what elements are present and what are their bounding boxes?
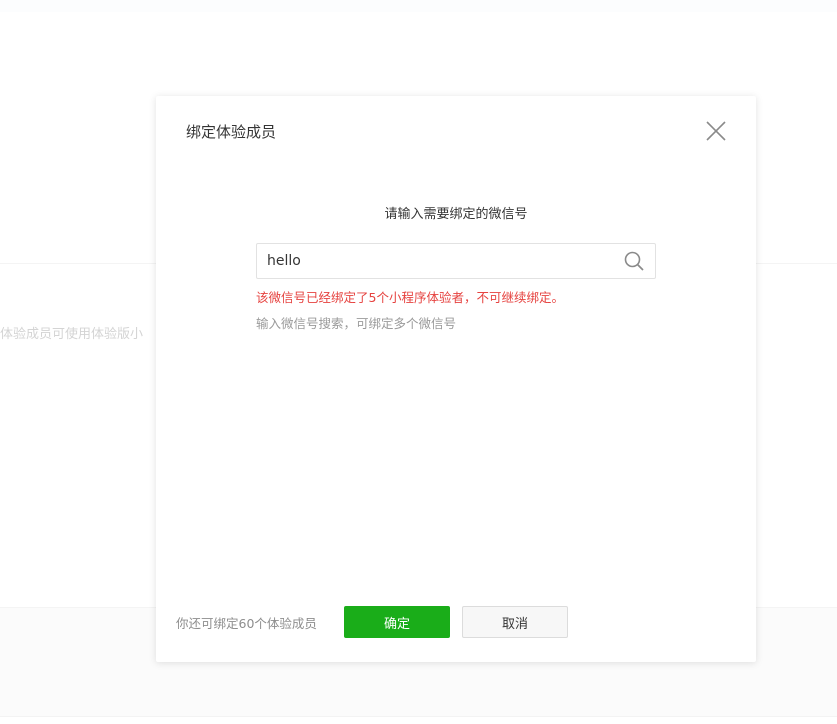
hint-text: 输入微信号搜索，可绑定多个微信号	[256, 316, 457, 331]
close-icon	[706, 121, 726, 141]
search-button[interactable]	[624, 251, 644, 271]
page: 体验成员可使用体验版小 绑定体验成员 请输入需要绑定的微信号 该微信号已经绑定了…	[0, 0, 837, 724]
search-prompt: 请输入需要绑定的微信号	[384, 207, 528, 222]
search-icon	[624, 251, 644, 271]
dialog-title: 绑定体验成员	[186, 123, 277, 141]
search-box	[256, 243, 656, 279]
confirm-button[interactable]: 确定	[344, 606, 450, 638]
wechat-id-search-input[interactable]	[267, 244, 607, 278]
close-button[interactable]	[705, 120, 727, 142]
remaining-count-text: 你还可绑定60个体验成员	[176, 616, 317, 631]
error-message: 该微信号已经绑定了5个小程序体验者，不可继续绑定。	[256, 290, 564, 305]
cancel-button[interactable]: 取消	[462, 606, 568, 638]
bind-members-dialog: 绑定体验成员 请输入需要绑定的微信号 该微信号已经绑定了5个小程序体验者，不可继…	[156, 96, 756, 662]
